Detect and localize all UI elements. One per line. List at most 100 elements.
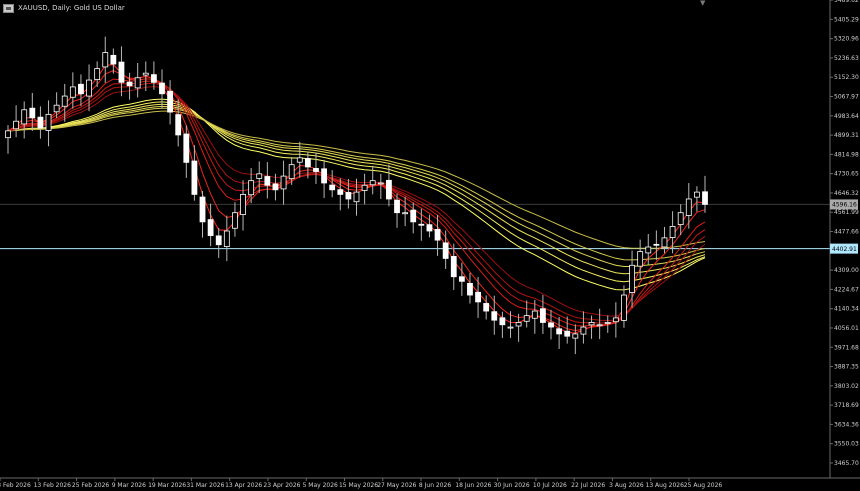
candle-body (272, 183, 279, 191)
candle-body (118, 61, 125, 83)
candles (5, 36, 708, 355)
candle-body (61, 95, 68, 107)
candle-body (458, 276, 465, 282)
price-tick-label: 3887.35 (834, 364, 859, 371)
candle-body (94, 68, 101, 80)
candle-body (540, 308, 546, 323)
date-tick-label: 30 Jun 2026 (494, 482, 530, 489)
date-tick-label: 13 Aug 2026 (646, 482, 685, 489)
price-tick-label: 5236.63 (834, 55, 859, 62)
price-tick-label: 5405.29 (834, 16, 859, 23)
date-tick-label: 9 Mar 2026 (112, 482, 146, 489)
price-tick-label: 4309.00 (834, 267, 859, 274)
candle-body (548, 322, 554, 328)
candle-body (264, 176, 271, 186)
candle-body (483, 303, 490, 312)
candle-body (5, 130, 11, 139)
candle-body (507, 326, 514, 329)
candle-body (523, 315, 530, 322)
candle-body (21, 109, 28, 125)
candle-body (677, 212, 684, 225)
candle-body (321, 168, 327, 184)
candle-body (37, 116, 44, 129)
level-price-tag: 4402.91 (832, 246, 857, 253)
candle-body (207, 219, 214, 236)
candle-body (288, 164, 295, 180)
candle-body (685, 198, 692, 216)
candle-body (304, 158, 311, 168)
price-axis[interactable]: 5489.62 5405.29 5320.96 5236.63 5152.30 5067.… (0, 0, 860, 479)
candle-body (467, 282, 473, 296)
date-tick-label: 25 Aug 2026 (684, 482, 723, 489)
chart-window-icon[interactable] (3, 3, 14, 13)
price-tick-label: 3634.36 (834, 421, 859, 428)
price-tick-label: 4730.65 (834, 171, 859, 178)
candle-body (78, 83, 84, 95)
price-tick-label: 4561.99 (834, 209, 859, 216)
candle-body (223, 230, 230, 247)
price-tick-label: 4814.98 (834, 151, 859, 158)
chart-title-bar: XAUUSD, Daily: Gold US Dollar (3, 2, 125, 14)
chart-title: XAUUSD, Daily: Gold US Dollar (18, 4, 125, 12)
candle-body (637, 251, 644, 267)
candle-body (564, 330, 571, 337)
candle-body (86, 79, 92, 97)
candle-body (183, 133, 190, 163)
candle-body (426, 224, 433, 232)
price-tick-label: 4983.64 (834, 113, 859, 120)
price-chart[interactable]: 5489.62 5405.29 5320.96 5236.63 5152.30 5067.… (0, 0, 860, 491)
date-tick-label: 27 May 2026 (377, 482, 416, 489)
price-tick-label: 3550.03 (834, 441, 859, 448)
candle-body (13, 120, 20, 130)
date-tick-label: 25 Feb 2026 (72, 482, 110, 489)
date-tick-label: 13 Feb 2026 (34, 482, 72, 489)
candle-body (345, 192, 352, 200)
price-tick-label: 4056.01 (834, 325, 859, 332)
price-tick-label: 4646.32 (834, 190, 859, 197)
price-tick-label: 5067.97 (834, 94, 859, 101)
candle-body (248, 180, 255, 196)
date-tick-label: 8 Jun 2026 (419, 482, 451, 489)
candle-body (693, 191, 700, 198)
date-tick-label: 23 Apr 2026 (263, 482, 300, 489)
price-tick-label: 4899.31 (834, 132, 859, 139)
candle-body (669, 226, 676, 238)
candle-body (134, 77, 141, 89)
price-tick-label: 3803.02 (834, 383, 859, 390)
candle-body (296, 157, 303, 163)
candle-body (126, 81, 133, 87)
price-tick-label: 4140.34 (834, 306, 859, 313)
candle-body (604, 322, 611, 324)
candle-body (102, 52, 109, 68)
date-tick-label: 31 Mar 2026 (186, 482, 224, 489)
candle-body (556, 328, 563, 335)
candle-body (621, 294, 627, 321)
candle-body (256, 173, 263, 179)
candle-body (377, 182, 384, 185)
date-axis[interactable]: 3 Feb 2026 13 Feb 2026 25 Feb 2026 9 Mar 20… (0, 478, 722, 489)
candle-body (313, 168, 319, 172)
candle-body (69, 86, 76, 98)
candle-body (191, 160, 198, 195)
date-tick-label: 5 May 2026 (303, 482, 338, 489)
candle-body (596, 324, 603, 327)
price-tick-label: 5320.96 (834, 36, 859, 43)
candle-body (434, 228, 441, 241)
candle-body (240, 194, 246, 215)
candle-body (329, 184, 336, 191)
candle-body (45, 113, 52, 131)
candle-body (386, 179, 392, 200)
date-tick-label: 18 Jun 2026 (455, 482, 491, 489)
candle-body (450, 256, 457, 278)
candle-body (361, 184, 368, 191)
triangle-down-icon[interactable]: ▼ (700, 0, 705, 7)
date-tick-label: 19 Mar 2026 (148, 482, 186, 489)
candle-body (394, 199, 400, 214)
candle-body (475, 291, 481, 303)
candle-body (661, 237, 668, 248)
date-tick-label: 22 Jul 2026 (571, 482, 605, 489)
price-tick-label: 4224.67 (834, 286, 859, 293)
price-tick-label: 3718.69 (834, 402, 859, 409)
current-price-tag: 4596.16 (832, 202, 857, 209)
candle-body (150, 74, 157, 83)
